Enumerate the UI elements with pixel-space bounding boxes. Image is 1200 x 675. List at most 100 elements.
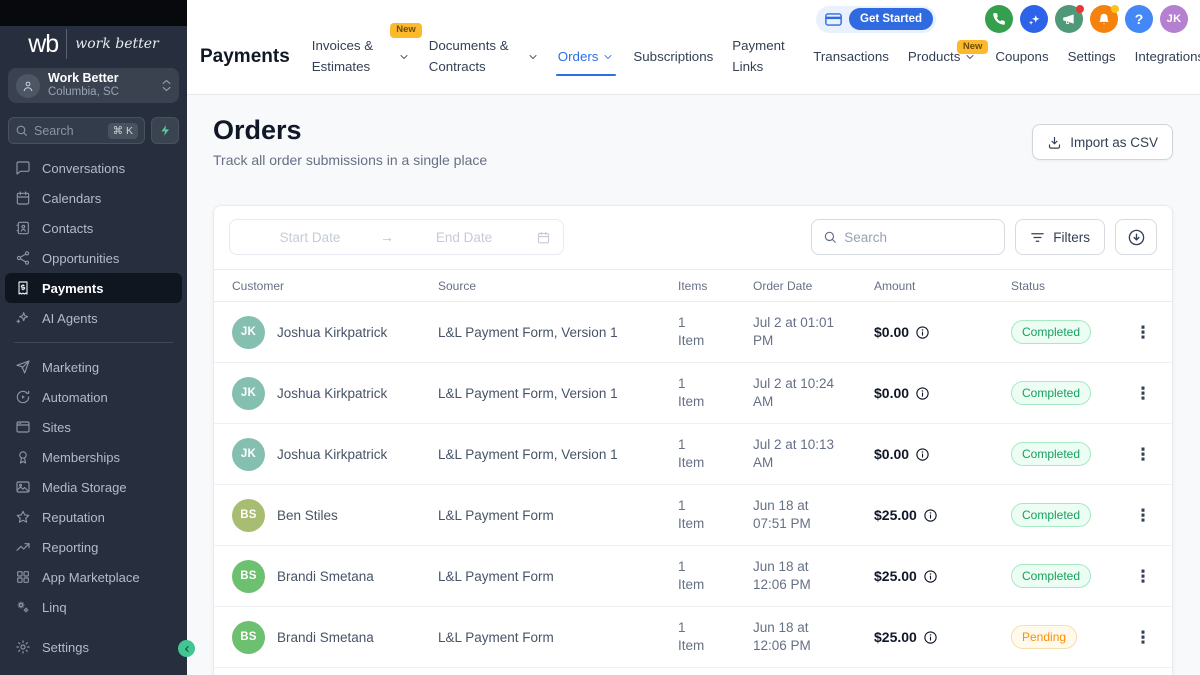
tab-settings[interactable]: Settings xyxy=(1068,47,1116,68)
sidebar-item-app-marketplace[interactable]: App Marketplace xyxy=(5,562,182,592)
customer-name: Brandi Smetana xyxy=(277,629,374,645)
nav-title: Payments xyxy=(200,46,290,67)
info-icon[interactable] xyxy=(915,447,930,462)
filters-button[interactable]: Filters xyxy=(1015,219,1105,255)
search-icon xyxy=(15,124,28,137)
sidebar-item-settings[interactable]: Settings xyxy=(5,632,182,662)
info-icon[interactable] xyxy=(923,569,938,584)
tab-integrations[interactable]: Integrations xyxy=(1135,47,1200,68)
star-icon xyxy=(15,509,31,525)
ai-sparkle-icon xyxy=(15,310,31,326)
ai-assistant-button[interactable] xyxy=(1020,5,1048,33)
tab-transactions[interactable]: Transactions xyxy=(813,47,889,68)
table-row[interactable]: JK Joshua Kirkpatrick L&L Payment Form, … xyxy=(214,363,1172,424)
tab-subscriptions[interactable]: Subscriptions xyxy=(633,47,713,68)
sidebar-item-label: Marketing xyxy=(42,359,100,375)
date-range-picker[interactable]: → xyxy=(229,219,564,255)
order-date: Jun 18 at 07:51 PM xyxy=(753,497,811,531)
sidebar-item-linq[interactable]: Linq xyxy=(5,592,182,622)
tab-orders[interactable]: Orders xyxy=(555,47,617,76)
order-items: 1 Item xyxy=(678,497,705,531)
row-menu-button[interactable]: ⋮ xyxy=(1129,503,1158,528)
info-icon[interactable] xyxy=(923,630,938,645)
sidebar-item-label: AI Agents xyxy=(42,310,98,326)
table-row[interactable]: BS Brandi Smetana L&L Payment Form 1 Item… xyxy=(214,607,1172,668)
order-amount: $25.00 xyxy=(854,568,991,584)
sidebar-item-calendars[interactable]: Calendars xyxy=(5,183,182,213)
sidebar-item-contacts[interactable]: Contacts xyxy=(5,213,182,243)
grid-icon xyxy=(15,569,31,585)
column-header: Source xyxy=(438,278,477,293)
info-icon[interactable] xyxy=(915,325,930,340)
notifications-button[interactable] xyxy=(1090,5,1119,33)
announcements-button[interactable] xyxy=(1055,5,1084,33)
sidebar-item-opportunities[interactable]: Opportunities xyxy=(5,243,182,273)
order-date: Jul 2 at 10:13 AM xyxy=(753,436,835,470)
sidebar-item-payments[interactable]: Payments xyxy=(5,273,182,303)
circle-download-icon xyxy=(1127,228,1146,247)
order-source: L&L Payment Form xyxy=(438,629,554,645)
info-icon[interactable] xyxy=(915,386,930,401)
tab-coupons[interactable]: Coupons xyxy=(995,47,1048,68)
user-avatar[interactable]: JK xyxy=(1160,5,1188,33)
sidebar-search-input[interactable] xyxy=(34,123,102,138)
search-shortcut-badge: ⌘ K xyxy=(107,122,138,139)
sidebar-item-ai-agents[interactable]: AI Agents xyxy=(5,303,182,333)
avatar: BS xyxy=(232,559,265,593)
order-items: 1 Item xyxy=(678,314,705,348)
sidebar-item-memberships[interactable]: Memberships xyxy=(5,442,182,472)
tab-products[interactable]: Products New xyxy=(908,39,989,68)
help-button[interactable]: ? xyxy=(1125,5,1153,33)
phone-button[interactable] xyxy=(985,5,1013,33)
sidebar-item-label: Reporting xyxy=(42,539,99,555)
get-started-button[interactable]: Get Started xyxy=(849,8,933,30)
download-icon xyxy=(1047,135,1062,150)
table-row[interactable]: BS Ben Stiles L&L Payment Form 1 Item Jun… xyxy=(214,485,1172,546)
row-menu-button[interactable]: ⋮ xyxy=(1129,625,1158,650)
row-menu-button[interactable]: ⋮ xyxy=(1129,442,1158,467)
order-amount: $0.00 xyxy=(854,446,991,462)
search-icon xyxy=(823,230,837,244)
table-row[interactable]: JK Joshua Kirkpatrick L&L Payment Form, … xyxy=(214,302,1172,363)
avatar: BS xyxy=(232,620,265,654)
new-badge: New xyxy=(390,23,422,38)
sidebar-item-media-storage[interactable]: Media Storage xyxy=(5,472,182,502)
order-date: Jun 18 at 12:06 PM xyxy=(753,619,811,653)
table-row[interactable]: JK Joshua Kirkpatrick L&L Payment Form, … xyxy=(214,424,1172,485)
gears-icon xyxy=(15,599,31,615)
table-row[interactable]: BS Brandi Smetana L&L Payment Form 1 Item… xyxy=(214,546,1172,607)
table-search-input[interactable] xyxy=(844,229,994,245)
calendar-icon xyxy=(536,230,551,245)
tab-documents-contracts[interactable]: Documents & Contracts xyxy=(429,36,539,77)
sidebar-item-sites[interactable]: Sites xyxy=(5,412,182,442)
sidebar-search[interactable]: ⌘ K xyxy=(8,117,145,144)
quick-actions-button[interactable] xyxy=(151,117,179,144)
sidebar-collapse-button[interactable] xyxy=(178,640,195,657)
sidebar-item-automation[interactable]: Automation xyxy=(5,382,182,412)
sidebar-item-reputation[interactable]: Reputation xyxy=(5,502,182,532)
sidebar-item-reporting[interactable]: Reporting xyxy=(5,532,182,562)
row-menu-button[interactable]: ⋮ xyxy=(1129,564,1158,589)
sidebar-item-conversations[interactable]: Conversations xyxy=(5,153,182,183)
sidebar-divider xyxy=(14,342,173,343)
import-csv-button[interactable]: Import as CSV xyxy=(1032,124,1173,160)
sidebar-item-label: Media Storage xyxy=(42,479,127,495)
table-search[interactable] xyxy=(811,219,1006,255)
sidebar-item-marketing[interactable]: Marketing xyxy=(5,352,182,382)
sidebar-menu: Conversations Calendars Contacts Opportu… xyxy=(0,153,187,333)
sidebar-item-label: Conversations xyxy=(42,160,126,176)
order-status: Completed xyxy=(991,381,1114,405)
row-menu-button[interactable]: ⋮ xyxy=(1129,381,1158,406)
tab-payment-links[interactable]: Payment Links xyxy=(732,36,794,77)
account-switcher[interactable]: Work Better Columbia, SC xyxy=(8,68,179,103)
account-location: Columbia, SC xyxy=(48,86,119,99)
payments-icon xyxy=(15,280,31,296)
row-menu-button[interactable]: ⋮ xyxy=(1129,320,1158,345)
end-date-input[interactable] xyxy=(396,229,532,245)
export-button[interactable] xyxy=(1115,219,1157,255)
avatar: JK xyxy=(232,315,265,349)
tab-invoices-estimates[interactable]: Invoices & Estimates New xyxy=(312,23,422,77)
info-icon[interactable] xyxy=(923,508,938,523)
order-items: 1 Item xyxy=(678,375,705,409)
start-date-input[interactable] xyxy=(242,229,378,245)
